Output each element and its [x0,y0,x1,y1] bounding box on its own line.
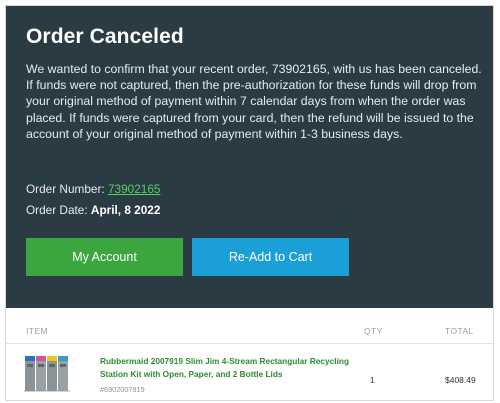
recycling-station-icon[interactable] [24,352,70,392]
order-date-line: Order Date: April, 8 2022 [26,203,160,218]
column-header-total: TOTAL [445,326,474,336]
order-number-link[interactable]: 73902165 [108,182,161,196]
column-header-item: ITEM [26,326,48,336]
product-qty: 1 [370,375,375,385]
table-row: Rubbermaid 2007919 Slim Jim 4-Stream Rec… [6,348,493,398]
table-divider [6,343,493,344]
column-header-qty: QTY [364,326,383,336]
order-date-label: Order Date: [26,203,88,217]
order-number-line: Order Number: 73902165 [26,182,160,197]
product-name-link[interactable]: Rubbermaid 2007919 Slim Jim 4-Stream Rec… [100,355,350,380]
cancellation-message: We wanted to confirm that your recent or… [26,62,482,141]
order-date-value: April, 8 2022 [90,203,161,217]
order-number-label: Order Number: [26,182,105,196]
order-canceled-email: Order Canceled We wanted to confirm that… [5,5,494,401]
product-sku: #6902007919 [100,385,145,394]
product-total: $408.49 [445,375,476,385]
cancellation-banner: Order Canceled We wanted to confirm that… [6,6,493,308]
readd-to-cart-button[interactable]: Re-Add to Cart [192,238,349,276]
page-title: Order Canceled [26,25,184,48]
my-account-button[interactable]: My Account [26,238,183,276]
order-items-header: ITEM QTY TOTAL [6,326,493,338]
